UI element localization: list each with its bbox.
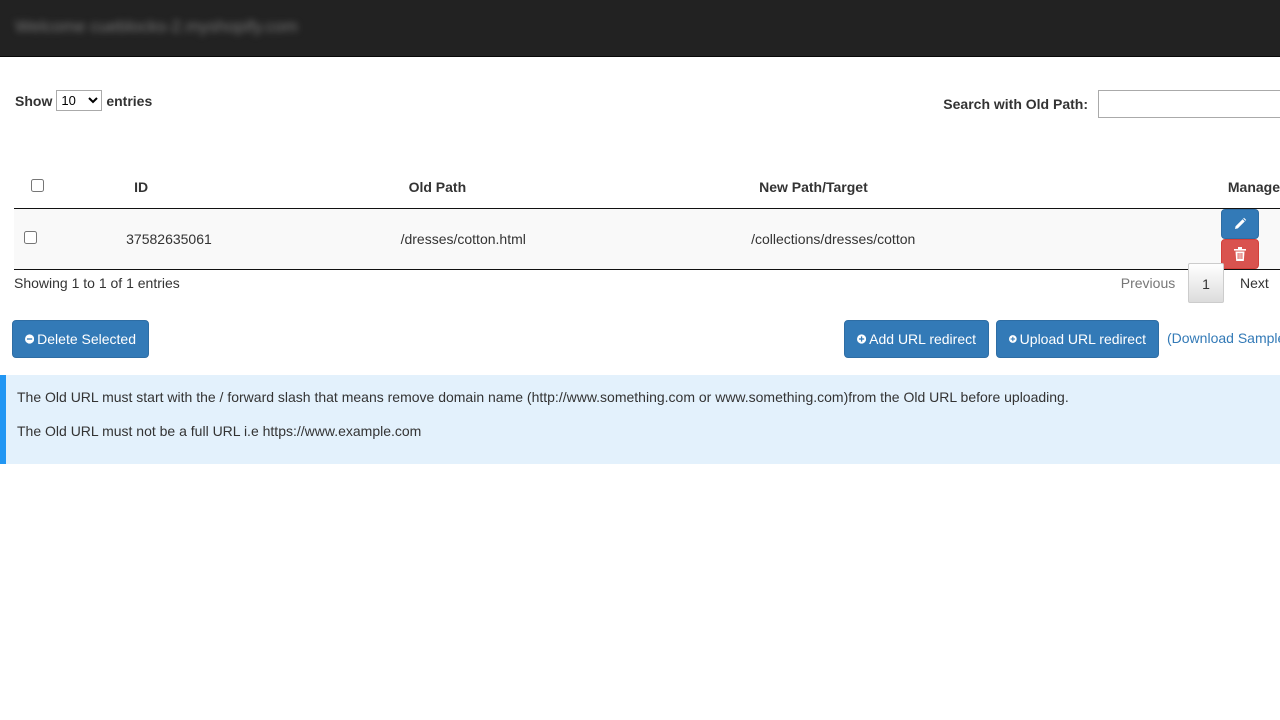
- delete-selected-button[interactable]: Delete Selected: [12, 320, 149, 358]
- previous-page-button[interactable]: Previous: [1110, 275, 1186, 291]
- entries-per-page-select[interactable]: 10: [56, 90, 103, 111]
- select-all-checkbox[interactable]: [31, 178, 44, 192]
- show-label: Show: [15, 92, 53, 109]
- add-url-redirect-button[interactable]: Add URL redirect: [844, 320, 989, 358]
- header-manage: Manage: [1123, 165, 1280, 209]
- add-url-redirect-label: Add URL redirect: [869, 331, 976, 347]
- welcome-text: Welcome cueblocks-2.myshopify.com: [15, 17, 298, 36]
- upload-url-redirect-label: Upload URL redirect: [1019, 331, 1146, 347]
- upload-url-redirect-button[interactable]: Upload URL redirect: [996, 320, 1159, 358]
- table-row: 37582635061 /dresses/cotton.html /collec…: [14, 208, 1280, 270]
- header-old-path[interactable]: Old Path: [353, 165, 705, 209]
- notice-line-1: The Old URL must start with the / forwar…: [17, 389, 1069, 405]
- top-bar: Welcome cueblocks-2.myshopify.com: [0, 0, 1280, 57]
- redirects-table: ID Old Path New Path/Target Manage 37582…: [14, 165, 1280, 270]
- pencil-icon: [1234, 217, 1247, 229]
- plus-circle-icon: [1009, 335, 1017, 343]
- row-old-path: /dresses/cotton.html: [353, 208, 705, 270]
- row-checkbox[interactable]: [24, 231, 37, 244]
- row-manage-cell: [1123, 208, 1280, 270]
- pagination: Previous 1 Next: [1110, 263, 1269, 303]
- row-select-cell: [14, 208, 79, 270]
- row-new-path: /collections/dresses/cotton: [704, 208, 1124, 270]
- search-control: Search with Old Path:: [943, 90, 1280, 118]
- row-id: 37582635061: [78, 208, 354, 270]
- page-1-button[interactable]: 1: [1188, 263, 1224, 303]
- header-new-path[interactable]: New Path/Target: [704, 165, 1124, 209]
- table-info: Showing 1 to 1 of 1 entries: [14, 275, 180, 291]
- plus-circle-icon: [857, 334, 867, 344]
- length-control: Show 10 entries: [15, 90, 152, 111]
- header-select-cell: [14, 165, 79, 209]
- next-page-button[interactable]: Next: [1240, 275, 1269, 291]
- table-header-row: ID Old Path New Path/Target Manage: [14, 165, 1280, 209]
- entries-label: entries: [106, 92, 153, 109]
- header-id[interactable]: ID: [78, 165, 354, 209]
- minus-circle-icon: [25, 334, 35, 344]
- edit-button[interactable]: [1220, 209, 1259, 239]
- trash-icon: [1233, 247, 1246, 261]
- notice-line-2: The Old URL must not be a full URL i.e h…: [17, 423, 422, 439]
- info-notice: The Old URL must start with the / forwar…: [0, 375, 1280, 464]
- download-sample-link[interactable]: (Download Sample: [1167, 330, 1280, 346]
- search-input[interactable]: [1098, 90, 1280, 118]
- delete-selected-label: Delete Selected: [37, 331, 136, 347]
- search-label: Search with Old Path:: [943, 96, 1088, 112]
